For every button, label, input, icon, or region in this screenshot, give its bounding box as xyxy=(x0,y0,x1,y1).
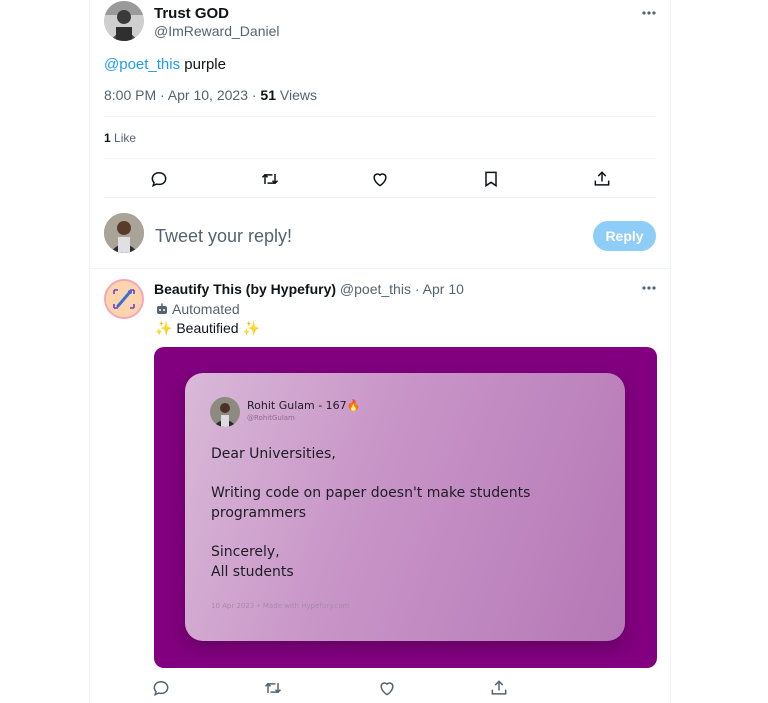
card-line: programmers xyxy=(211,505,307,521)
bot-handle[interactable]: @poet_this xyxy=(340,281,411,297)
bot-name[interactable]: Beautify This (by Hypefury) xyxy=(154,281,336,297)
reply-header: Beautify This (by Hypefury) @poet_this ·… xyxy=(154,281,464,297)
author-name[interactable]: Trust GOD xyxy=(154,5,229,22)
reply-date[interactable]: Apr 10 xyxy=(423,281,464,297)
divider xyxy=(104,116,656,117)
card-footer: 10 Apr 2023 • Made with Hypefury.com xyxy=(211,602,350,610)
more-options-icon[interactable] xyxy=(639,278,659,298)
like-icon[interactable] xyxy=(376,677,398,699)
retweet-icon[interactable] xyxy=(259,168,281,190)
bot-avatar[interactable] xyxy=(104,279,144,319)
card-line: Sincerely, xyxy=(211,544,280,560)
divider xyxy=(104,158,656,159)
like-icon[interactable] xyxy=(369,168,391,190)
user-avatar[interactable] xyxy=(104,213,144,253)
tweet-timestamp[interactable]: 8:00 PM · Apr 10, 2023 · xyxy=(104,87,260,103)
likes-stat[interactable]: 1 Like xyxy=(104,131,136,145)
divider xyxy=(104,197,656,198)
author-handle[interactable]: @ImReward_Daniel xyxy=(154,23,279,39)
tweet-meta: 8:00 PM · Apr 10, 2023 · 51 Views xyxy=(104,87,317,103)
bookmark-icon[interactable] xyxy=(480,168,502,190)
card-line: Dear Universities, xyxy=(211,446,336,462)
automated-label: Automated xyxy=(156,301,240,317)
tweet-text: @poet_this purple xyxy=(104,56,226,73)
views-label: Views xyxy=(276,87,317,103)
mention-link[interactable]: @poet_this xyxy=(104,56,180,73)
reply-text: ✨ Beautified ✨ xyxy=(155,320,260,336)
card-avatar xyxy=(210,397,240,427)
likes-label: Like xyxy=(110,131,137,145)
card-line: Writing code on paper doesn't make stude… xyxy=(211,485,531,501)
reply-button[interactable]: Reply xyxy=(593,221,656,251)
quote-card: Rohit Gulam - 167🔥 @RohitGulam Dear Univ… xyxy=(185,373,625,641)
header-separator: · xyxy=(410,281,423,297)
reply-icon[interactable] xyxy=(150,677,172,699)
more-options-icon[interactable] xyxy=(639,3,659,23)
share-icon[interactable] xyxy=(488,677,510,699)
divider xyxy=(89,268,671,269)
author-avatar[interactable] xyxy=(104,1,144,41)
card-line: All students xyxy=(211,564,294,580)
card-author-handle: @RohitGulam xyxy=(247,414,295,422)
robot-icon xyxy=(156,303,168,315)
views-count: 51 xyxy=(260,87,276,103)
reply-input[interactable]: Tweet your reply! xyxy=(155,226,292,247)
beautified-image[interactable]: Rohit Gulam - 167🔥 @RohitGulam Dear Univ… xyxy=(154,347,657,668)
card-author-name: Rohit Gulam - 167🔥 xyxy=(247,399,361,412)
likes-count: 1 xyxy=(104,131,111,145)
share-icon[interactable] xyxy=(591,168,613,190)
reply-icon[interactable] xyxy=(148,168,170,190)
retweet-icon[interactable] xyxy=(262,677,284,699)
tweet-text-rest: purple xyxy=(180,56,226,73)
automated-text: Automated xyxy=(172,301,240,317)
